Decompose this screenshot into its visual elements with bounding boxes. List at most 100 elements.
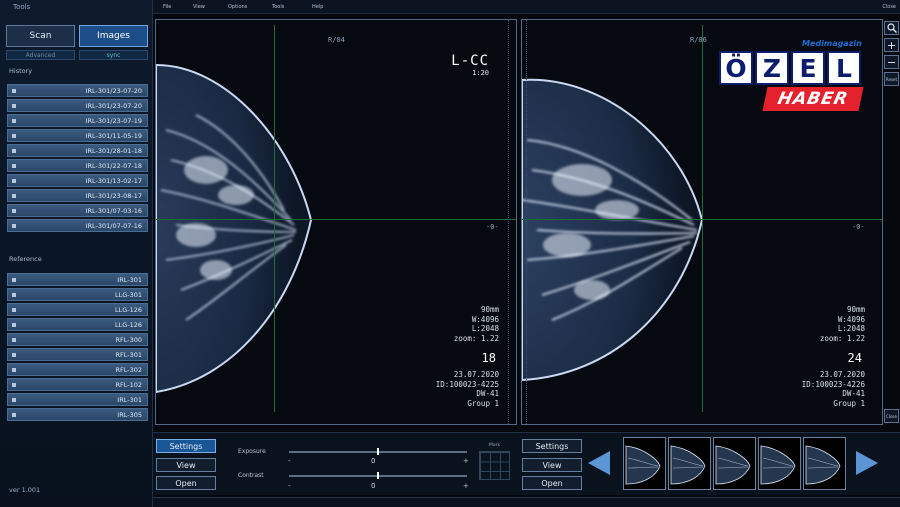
thumbnail[interactable]: [758, 437, 801, 490]
exposure-slider[interactable]: [289, 448, 467, 455]
contrast-plus: +: [463, 482, 469, 490]
exposure-knob[interactable]: [377, 448, 379, 455]
settings-button-2[interactable]: Settings: [522, 439, 582, 453]
center-marker: -0-: [486, 223, 499, 231]
history-item[interactable]: IRL-301/07-03-16: [7, 204, 148, 217]
bottom-control-bar: Settings View Open Exposure - 0 + Contra…: [153, 432, 900, 495]
menubar: File View Options Tools Help Close: [153, 0, 900, 14]
history-item-label: IRL-301/23-08-17: [85, 191, 142, 200]
version-label: ver 1.001: [9, 486, 41, 494]
reset-button[interactable]: Reset: [884, 72, 899, 86]
info-window: W:4096: [471, 314, 499, 324]
history-item-label: IRL-301/23-07-20: [85, 86, 142, 95]
scan-button[interactable]: Scan: [6, 25, 75, 47]
view-scale: 1:20: [472, 69, 489, 77]
history-item-label: IRL-301/07-03-16: [85, 206, 142, 215]
reference-item-label: LLG-301: [114, 290, 142, 299]
ruler: [508, 20, 513, 424]
mark-grid[interactable]: [479, 451, 510, 480]
next-arrow-icon[interactable]: [856, 451, 878, 475]
left-image-viewport[interactable]: R/04 L-CC 1:20 -0- 90mm W:4096 L:2048 zo…: [155, 19, 517, 425]
bullet-icon: [12, 412, 16, 417]
menu-help[interactable]: Help: [312, 4, 323, 10]
info-level: L:2048: [837, 324, 865, 333]
orientation-label: R/04: [328, 36, 345, 44]
menu-file[interactable]: File: [163, 4, 171, 10]
sync-button[interactable]: sync: [79, 50, 148, 60]
reference-item[interactable]: RFL-302: [7, 363, 148, 376]
open-button[interactable]: Open: [156, 476, 216, 490]
reference-item[interactable]: RFL-301: [7, 348, 148, 361]
study-info: 23.07.2020 ID:100023-4226 DW-41 Group 1: [802, 370, 865, 408]
reference-item[interactable]: LLG-126: [7, 303, 148, 316]
reference-item[interactable]: IRL-301: [7, 393, 148, 406]
history-item[interactable]: IRL-301/13-02-17: [7, 174, 148, 187]
history-item-label: IRL-301/28-01-18: [85, 146, 142, 155]
advanced-button[interactable]: Advanced: [6, 50, 75, 60]
zoom-in-button[interactable]: +: [884, 38, 899, 52]
exposure-minus: -: [288, 457, 291, 465]
history-item[interactable]: IRL-301/23-07-20: [7, 99, 148, 112]
badge-letter: Ö: [719, 51, 753, 85]
bullet-icon: [12, 223, 16, 228]
bullet-icon: [12, 88, 16, 93]
image-number: 18: [481, 351, 496, 365]
study-group: Group 1: [833, 398, 865, 408]
contrast-slider[interactable]: [289, 472, 467, 479]
contrast-knob[interactable]: [377, 472, 379, 479]
history-item[interactable]: IRL-301/11-05-19: [7, 129, 148, 142]
history-item[interactable]: IRL-301/28-01-18: [7, 144, 148, 157]
history-item[interactable]: IRL-301/07-07-16: [7, 219, 148, 232]
open-button-2[interactable]: Open: [522, 476, 582, 490]
close-button[interactable]: Close: [884, 409, 899, 423]
history-item[interactable]: IRL-301/23-08-17: [7, 189, 148, 202]
thumbnail[interactable]: [713, 437, 756, 490]
reference-item-label: LLG-126: [114, 305, 142, 314]
reference-item[interactable]: RFL-300: [7, 333, 148, 346]
thumbnail[interactable]: [623, 437, 666, 490]
close-menu[interactable]: Close: [882, 4, 896, 10]
reference-item-label: LLG-126: [114, 320, 142, 329]
menu-view[interactable]: View: [193, 4, 205, 10]
info-depth: 90mm: [480, 305, 499, 314]
study-info: 23.07.2020 ID:100023-4225 DW-41 Group 1: [436, 370, 499, 408]
orientation-label: R/06: [690, 36, 707, 44]
history-label: History: [9, 67, 33, 75]
bullet-icon: [12, 103, 16, 108]
panel-title: Tools: [13, 3, 31, 11]
exposure-plus: +: [463, 457, 469, 465]
reference-item[interactable]: IRL-305: [7, 408, 148, 421]
reference-item[interactable]: RFL-102: [7, 378, 148, 391]
menu-tools[interactable]: Tools: [272, 4, 284, 10]
bullet-icon: [12, 367, 16, 372]
history-item[interactable]: IRL-301/22-07-18: [7, 159, 148, 172]
previous-arrow-icon[interactable]: [588, 451, 610, 475]
history-item[interactable]: IRL-301/23-07-20: [7, 84, 148, 97]
history-item[interactable]: IRL-301/23-07-19: [7, 114, 148, 127]
image-info: 90mm W:4096 L:2048 zoom: 1.22: [454, 305, 499, 343]
center-marker: -0-: [852, 223, 865, 231]
reference-item[interactable]: LLG-301: [7, 288, 148, 301]
menu-options[interactable]: Options: [228, 4, 247, 10]
bullet-icon: [12, 193, 16, 198]
magnifier-icon[interactable]: [884, 21, 899, 35]
thumbnail[interactable]: [668, 437, 711, 490]
images-button[interactable]: Images: [79, 25, 148, 47]
history-list: IRL-301/23-07-20 IRL-301/23-07-20 IRL-301/…: [7, 84, 148, 234]
mark-label: Mark: [489, 443, 501, 448]
reference-item[interactable]: IRL-301: [7, 273, 148, 286]
view-button-2[interactable]: View: [522, 458, 582, 472]
reference-item-label: RFL-302: [115, 365, 142, 374]
bullet-icon: [12, 163, 16, 168]
study-date: 23.07.2020: [819, 370, 865, 379]
bullet-icon: [12, 382, 16, 387]
reference-item[interactable]: LLG-126: [7, 318, 148, 331]
zoom-out-button[interactable]: −: [884, 55, 899, 69]
study-date: 23.07.2020: [453, 370, 499, 379]
settings-button[interactable]: Settings: [156, 439, 216, 453]
ozel-haber-badge: Medimagazin Ö Z E L HABER: [717, 37, 864, 115]
badge-ozel: Ö Z E L: [719, 51, 863, 85]
view-button[interactable]: View: [156, 458, 216, 472]
thumbnail[interactable]: [803, 437, 846, 490]
history-item-label: IRL-301/13-02-17: [85, 176, 142, 185]
